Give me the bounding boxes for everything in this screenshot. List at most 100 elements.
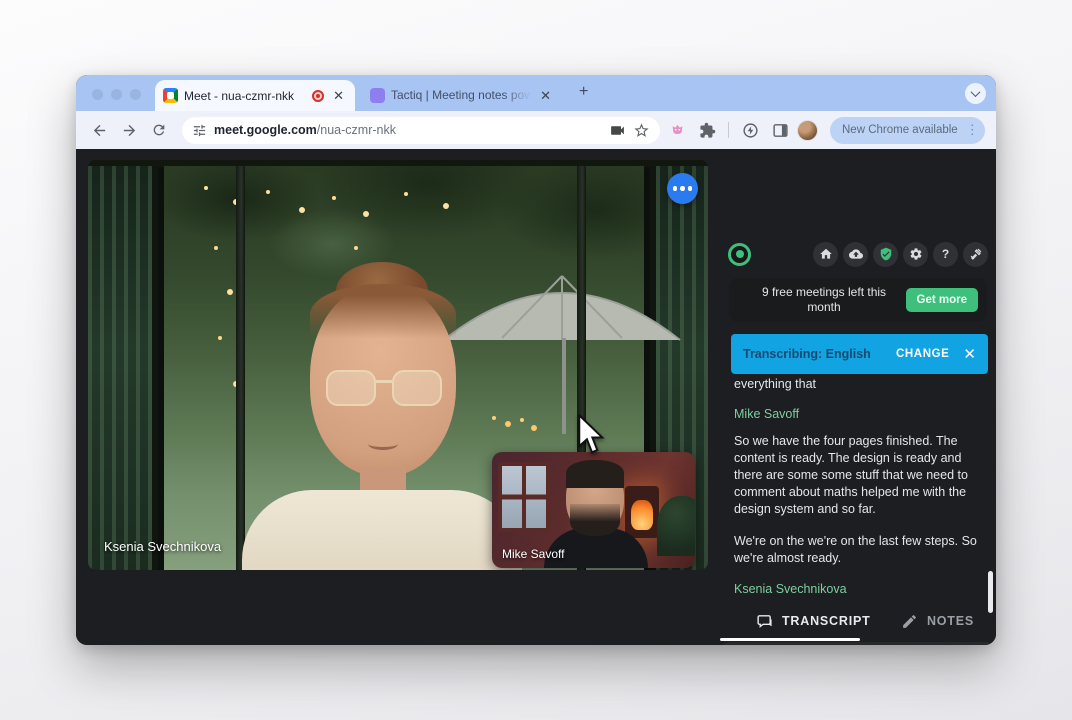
transcript-paragraph: We're on the we're on the last few steps… [734, 533, 978, 567]
pip-name-label: Mike Savoff [502, 547, 564, 561]
detach-panel-button[interactable] [963, 242, 988, 267]
lightning-circle-icon [742, 122, 759, 139]
plug-icon [969, 247, 983, 261]
tab-search-chevron-button[interactable] [965, 83, 986, 104]
browser-menu-icon[interactable]: ⋮ [966, 122, 979, 138]
back-arrow-icon [91, 122, 108, 139]
close-tab-icon[interactable]: ✕ [537, 88, 554, 103]
plant [657, 496, 695, 556]
close-banner-icon[interactable]: ✕ [963, 347, 976, 362]
string-lights [204, 186, 208, 190]
new-tab-button[interactable]: + [574, 83, 593, 101]
transcribing-banner: Transcribing: English CHANGE ✕ [731, 334, 988, 374]
address-bar[interactable]: meet.google.com/nua-czmr-nkk [182, 117, 660, 144]
dot [680, 186, 685, 191]
candles [492, 416, 496, 420]
lens [392, 370, 442, 406]
sidebar-scrollbar[interactable] [988, 571, 993, 613]
window-controls[interactable] [92, 89, 141, 100]
pip-video-tile[interactable]: Mike Savoff [492, 452, 695, 568]
minimize-window-button[interactable] [111, 89, 122, 100]
gear-icon [909, 247, 923, 261]
tab-transcript[interactable]: TRANSCRIPT [756, 613, 871, 630]
umbrella-pole [562, 338, 566, 434]
camera-in-use-icon[interactable] [609, 122, 626, 139]
glasses [326, 370, 442, 408]
tab-transcript-label: TRANSCRIPT [782, 614, 871, 628]
tactiq-action-bar [720, 642, 996, 645]
forward-arrow-icon [121, 122, 138, 139]
shirt [242, 490, 522, 570]
close-tab-icon[interactable]: ✕ [330, 88, 347, 103]
tactiq-extension-button[interactable] [737, 117, 763, 143]
transcript-paragraph: So we have the four pages finished. The … [734, 433, 978, 518]
forward-button[interactable] [116, 117, 142, 143]
active-tab-underline [720, 638, 860, 641]
back-button[interactable] [86, 117, 112, 143]
tactiq-header-icons: ? [813, 242, 988, 267]
bookmark-star-icon[interactable] [633, 122, 650, 139]
help-icon: ? [942, 247, 949, 261]
help-button[interactable]: ? [933, 242, 958, 267]
cloud-upload-icon [849, 247, 863, 261]
mouth [368, 438, 398, 450]
chevron-down-icon [971, 87, 981, 97]
glasses-bridge [376, 380, 392, 383]
extensions-button[interactable] [694, 117, 720, 143]
tab-title: Meet - nua-czmr-nkk [184, 89, 306, 103]
dot [673, 186, 678, 191]
main-video-tile[interactable]: Ksenia Svechnikova Mike Savoff [88, 160, 708, 570]
chat-bubble-icon [756, 613, 773, 630]
pip-participant-beard [570, 504, 620, 536]
quota-text: 9 free meetings left this month [749, 285, 899, 315]
cloud-upload-button[interactable] [843, 242, 868, 267]
reload-icon [151, 122, 167, 138]
transcript-list[interactable]: everything that Mike Savoff So we have t… [734, 376, 978, 600]
video-left-edge [88, 166, 158, 570]
participant-ksenia [272, 262, 492, 570]
side-panel-button[interactable] [767, 117, 793, 143]
extension-pink-button[interactable] [664, 117, 690, 143]
tactiq-floating-widget-button[interactable] [667, 173, 698, 204]
tab-notes[interactable]: NOTES [901, 613, 974, 630]
tab-tactiq[interactable]: Tactiq | Meeting notes powe ✕ [364, 84, 560, 106]
speaker-name: Mike Savoff [734, 406, 978, 423]
transcribing-status: Transcribing: English [743, 347, 871, 361]
tab-strip: Meet - nua-czmr-nkk ✕ Tactiq | Meeting n… [76, 75, 996, 111]
privacy-shield-button[interactable] [873, 242, 898, 267]
tactiq-header: ? [720, 234, 996, 274]
hairline [310, 284, 456, 348]
lens [326, 370, 376, 406]
profile-avatar[interactable] [797, 120, 818, 141]
pip-participant-hair [566, 460, 624, 488]
pencil-icon [901, 613, 918, 630]
tactiq-logo-icon [728, 243, 751, 266]
get-more-button[interactable]: Get more [906, 288, 979, 312]
tab-notes-label: NOTES [927, 614, 974, 628]
tactiq-favicon-icon [370, 88, 385, 103]
home-button[interactable] [813, 242, 838, 267]
pip-window-background [498, 462, 550, 532]
recording-indicator-icon [312, 90, 324, 102]
side-panel-icon [772, 122, 789, 139]
reload-button[interactable] [146, 117, 172, 143]
site-settings-icon[interactable] [192, 123, 207, 138]
chrome-update-button[interactable]: New Chrome available ⋮ [830, 117, 985, 144]
meet-page: Ksenia Svechnikova Mike Savoff nua-czmr-… [76, 149, 996, 645]
shield-check-icon [879, 247, 893, 261]
maximize-window-button[interactable] [130, 89, 141, 100]
tab-meet[interactable]: Meet - nua-czmr-nkk ✕ [155, 80, 355, 111]
tab-title: Tactiq | Meeting notes powe [391, 88, 531, 102]
home-icon [819, 247, 833, 261]
settings-button[interactable] [903, 242, 928, 267]
quota-card: 9 free meetings left this month Get more [729, 278, 987, 322]
tactiq-sidebar: ? 9 free meetings left this month Get mo… [720, 234, 996, 645]
glass-door-frame [236, 166, 245, 570]
speaker-name: Ksenia Svechnikova [734, 581, 978, 598]
close-window-button[interactable] [92, 89, 103, 100]
update-label: New Chrome available [842, 124, 958, 136]
pink-extension-icon [669, 122, 686, 139]
change-language-button[interactable]: CHANGE [896, 348, 949, 360]
browser-toolbar: meet.google.com/nua-czmr-nkk New Chrome … [76, 111, 996, 149]
toolbar-divider [728, 122, 729, 138]
